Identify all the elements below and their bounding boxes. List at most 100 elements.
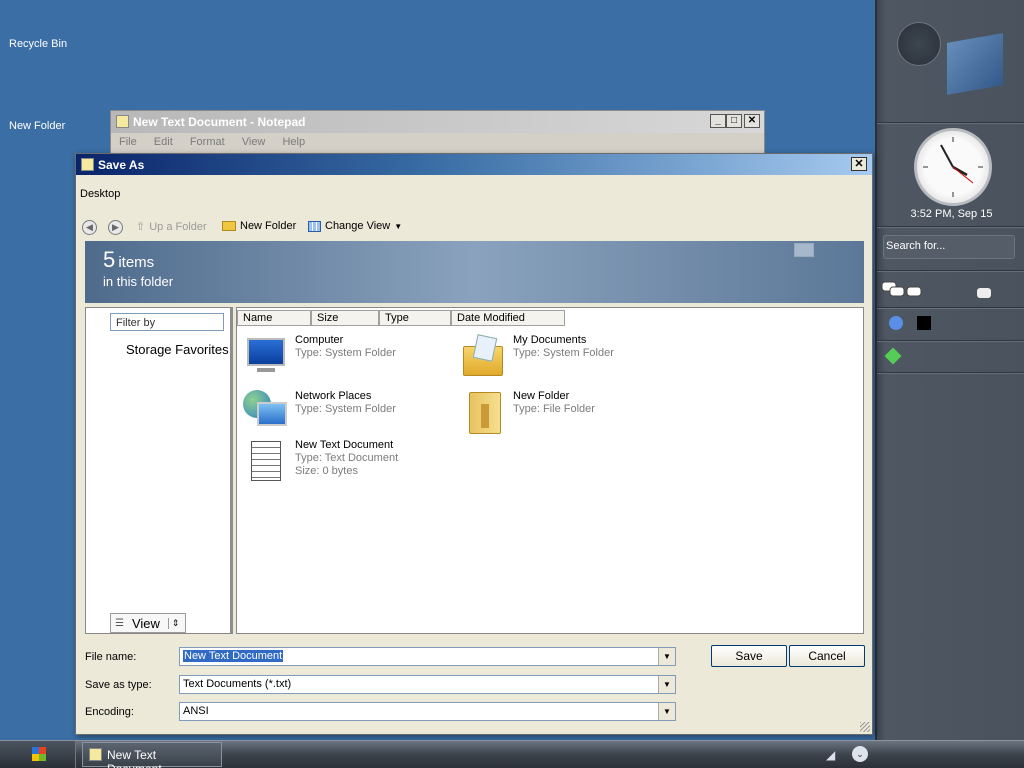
clock-time: 3:52 PM, Sep 15 [910, 208, 993, 220]
new-folder-label: New Folder [240, 220, 297, 232]
encoding-label: Encoding: [85, 706, 134, 718]
volume-icon[interactable]: ◢ [826, 748, 842, 762]
banner-subtitle: in this folder [103, 274, 174, 289]
file-type: Type: Text Document [295, 452, 399, 464]
notepad-menubar: File Edit Format View Help [111, 133, 764, 151]
resize-grip-icon[interactable] [860, 722, 870, 732]
save-as-type-label: Save as type: [85, 679, 152, 691]
clock-icon[interactable] [914, 128, 992, 206]
file-name-value: New Text Document [183, 650, 284, 662]
change-view-label: Change View [325, 220, 391, 232]
forward-arrow-icon: ▶ [108, 220, 123, 235]
save-as-dialog: Save As ✕ Desktop ◀ ▶ ⇧ Up a Folder New F… [75, 153, 873, 735]
taskbar-button-notepad[interactable]: New Text Document... [82, 742, 222, 768]
forward-button[interactable]: ▶ [108, 220, 123, 235]
chevron-down-icon: ▼ [394, 221, 403, 231]
file-name: Network Places [295, 390, 372, 402]
encoding-value: ANSI [183, 705, 209, 717]
text-document-icon [243, 439, 289, 485]
save-as-type-select[interactable]: Text Documents (*.txt) ▼ [179, 675, 676, 694]
column-size[interactable]: Size [311, 310, 379, 326]
file-item-new-folder[interactable]: New Folder Type: File Folder [461, 390, 595, 436]
file-item-network-places[interactable]: Network Places Type: System Folder [243, 390, 396, 436]
black-square-icon[interactable] [917, 316, 931, 330]
chevron-down-icon[interactable]: ▼ [658, 676, 675, 693]
chevron-down-icon[interactable]: ▼ [658, 703, 675, 720]
save-as-titlebar[interactable]: Save As ✕ [76, 154, 872, 175]
chevron-down-icon[interactable]: ▼ [658, 648, 675, 665]
items-label: items [118, 254, 155, 271]
cancel-button[interactable]: Cancel [789, 645, 865, 667]
windows-logo-icon [32, 747, 46, 761]
menu-format[interactable]: Format [190, 136, 225, 148]
change-view-button[interactable]: Change View ▼ [308, 220, 402, 232]
clock-hands-icon [923, 137, 983, 197]
notepad-titlebar[interactable]: New Text Document - Notepad _ □ ✕ [111, 111, 764, 133]
file-name: New Folder [513, 390, 570, 402]
encoding-select[interactable]: ANSI ▼ [179, 702, 676, 721]
sidebar: 3:52 PM, Sep 15 Search for... [875, 0, 1024, 740]
notepad-icon [81, 158, 94, 171]
banner-toggle-icon[interactable] [794, 243, 814, 257]
gadget-icon[interactable] [897, 22, 941, 66]
filter-input[interactable]: Filter by [110, 313, 224, 331]
view-grid-icon [308, 220, 321, 232]
menu-view[interactable]: View [242, 136, 266, 148]
view-label: View [131, 615, 160, 631]
back-button[interactable]: ◀ [82, 220, 97, 235]
menu-help[interactable]: Help [282, 136, 305, 148]
view-dropdown[interactable]: ☰ View ⇕ [110, 613, 186, 633]
show-hidden-icons-icon[interactable]: ⌄ [852, 746, 868, 762]
file-item-my-documents[interactable]: My Documents Type: System Folder [461, 334, 614, 380]
computer-icon [243, 334, 289, 380]
menu-edit[interactable]: Edit [154, 136, 173, 148]
save-button[interactable]: Save [711, 645, 787, 667]
up-arrow-icon: ⇧ [136, 221, 146, 233]
item-count: 5 [103, 247, 116, 272]
menu-file[interactable]: File [119, 136, 137, 148]
file-item-new-text-document[interactable]: New Text Document Type: Text Document Size… [243, 439, 398, 485]
new-folder-icon [222, 221, 236, 231]
desktop-icon-label: New Folder [9, 120, 66, 132]
folder-icon [461, 390, 507, 436]
close-button[interactable]: ✕ [744, 114, 760, 128]
spinner-icon: ⇕ [167, 617, 179, 629]
notepad-icon [89, 748, 102, 761]
search-input[interactable]: Search for... [883, 235, 1015, 259]
box-icon[interactable] [947, 33, 1003, 95]
maximize-button[interactable]: □ [726, 114, 742, 128]
file-list-pane: Name Size Type Date Modified Computer Typ… [236, 307, 864, 634]
file-item-computer[interactable]: Computer Type: System Folder [243, 334, 396, 380]
save-as-type-value: Text Documents (*.txt) [183, 678, 292, 690]
column-date-modified[interactable]: Date Modified [451, 310, 565, 326]
close-button[interactable]: ✕ [851, 157, 867, 171]
back-arrow-icon: ◀ [82, 220, 97, 235]
navigation-pane: Filter by Storage Favorites ☰ View ⇕ [85, 307, 233, 634]
minimize-button[interactable]: _ [710, 114, 726, 128]
file-name: My Documents [513, 334, 587, 346]
taskbar: New Text Document... ◢ ⌄ [0, 740, 1024, 768]
network-places-icon [243, 390, 289, 436]
notepad-icon [116, 115, 129, 128]
up-folder-button[interactable]: ⇧ Up a Folder [136, 220, 207, 234]
add-gadget-icon[interactable] [884, 347, 902, 365]
file-type: Type: System Folder [513, 347, 614, 359]
column-name[interactable]: Name [237, 310, 311, 326]
chat-bubbles-icon[interactable] [881, 280, 927, 300]
file-name-label: File name: [85, 651, 137, 663]
new-folder-button[interactable]: New Folder [222, 220, 296, 232]
notepad-title: New Text Document - Notepad [133, 115, 306, 129]
column-type[interactable]: Type [379, 310, 451, 326]
desktop-icon-recycle-bin[interactable]: Recycle Bin [9, 38, 67, 50]
breadcrumb[interactable]: Desktop [80, 188, 120, 200]
file-type: Type: File Folder [513, 403, 595, 415]
file-size: Size: 0 bytes [295, 465, 358, 477]
file-name-input[interactable]: New Text Document ▼ [179, 647, 676, 666]
file-name: New Text Document [295, 439, 394, 451]
storage-favorites[interactable]: Storage Favorites [126, 342, 229, 357]
chat-icon[interactable] [977, 288, 991, 298]
taskbar-task-label: New Text Document... [107, 748, 172, 768]
start-button[interactable] [0, 741, 76, 768]
messenger-icon[interactable] [889, 316, 903, 330]
desktop-icon-new-folder[interactable]: New Folder [9, 120, 65, 132]
